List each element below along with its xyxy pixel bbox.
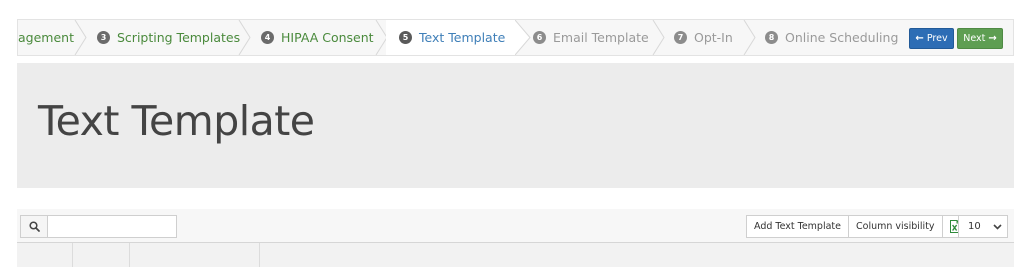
page-size-value: 10 (968, 221, 981, 232)
prev-button-label: Prev (926, 33, 948, 44)
step-separator (743, 20, 756, 55)
step-separator-current (515, 20, 531, 55)
column-visibility-button[interactable]: Column visibility (848, 215, 943, 238)
search-icon (20, 215, 47, 238)
step-label: Text Template (419, 30, 506, 45)
step-number: 7 (674, 31, 687, 44)
add-text-template-button[interactable]: Add Text Template (746, 215, 849, 238)
step-number: 3 (97, 31, 110, 44)
step-label: Opt-In (694, 30, 733, 45)
table-toolbar: Add Text Template Column visibility 10 (17, 209, 1014, 267)
wizard-step-online-scheduling[interactable]: 8 Online Scheduling (765, 20, 898, 55)
wizard-step-hipaa-consent[interactable]: 4 HIPAA Consent (261, 20, 374, 55)
prev-button[interactable]: ← Prev (909, 28, 954, 49)
wizard-step-scripting-templates[interactable]: 3 Scripting Templates (97, 20, 240, 55)
search-input[interactable] (47, 215, 177, 238)
next-button[interactable]: Next → (957, 28, 1003, 49)
page-size-select[interactable]: 10 (958, 215, 1008, 238)
step-label: Email Template (553, 30, 649, 45)
table-actions: Add Text Template Column visibility (746, 215, 969, 238)
step-label: HIPAA Consent (281, 30, 374, 45)
step-label: Online Scheduling (785, 30, 899, 45)
wizard-steps: agement 3 Scripting Templates 4 HIPAA Co… (17, 19, 1014, 56)
step-label: agement (18, 30, 74, 45)
step-number: 4 (261, 31, 274, 44)
arrow-right-icon: → (988, 33, 997, 44)
page-title: Text Template (38, 97, 315, 145)
wizard-step-email-template[interactable]: 6 Email Template (533, 20, 649, 55)
table-header-cell[interactable] (130, 243, 260, 267)
step-label: Scripting Templates (117, 30, 241, 45)
search-group (20, 215, 177, 238)
wizard-step-text-template[interactable]: 5 Text Template (386, 20, 516, 55)
table-header-cell[interactable] (73, 243, 130, 267)
step-separator (652, 20, 665, 55)
wizard-step-opt-in[interactable]: 7 Opt-In (674, 20, 733, 55)
step-number: 8 (765, 31, 778, 44)
page-header: Text Template (17, 63, 1014, 188)
table-header-row (17, 242, 1014, 267)
arrow-left-icon: ← (915, 33, 924, 44)
step-number: 5 (399, 31, 412, 44)
step-separator (74, 20, 87, 55)
wizard-step-practice-management[interactable]: agement (18, 20, 74, 55)
step-separator (238, 20, 251, 55)
table-header-cell[interactable] (17, 243, 73, 267)
chevron-down-icon (993, 224, 1002, 230)
next-button-label: Next (963, 33, 986, 44)
step-number: 6 (533, 31, 546, 44)
